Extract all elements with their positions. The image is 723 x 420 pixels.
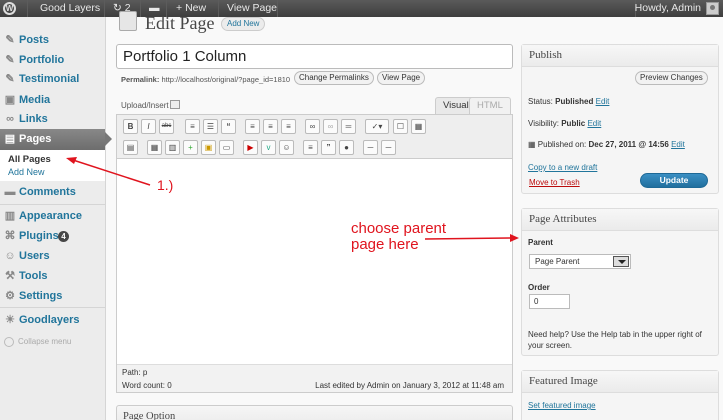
parent-annotation: choose parent page here xyxy=(351,221,446,253)
parent-annotation-line2: page here xyxy=(351,236,419,253)
step-annotation: 1.) xyxy=(157,177,174,193)
parent-annotation-line1: choose parent xyxy=(351,220,447,237)
annotation-arrows xyxy=(66,157,519,242)
step-arrowhead xyxy=(66,157,77,164)
parent-arrowhead xyxy=(510,234,519,242)
step-arrow-line xyxy=(72,159,151,186)
